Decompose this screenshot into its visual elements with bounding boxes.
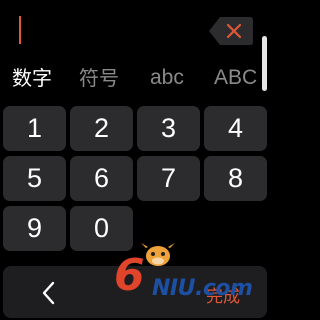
- key-6[interactable]: 6: [70, 156, 133, 201]
- scrollbar[interactable]: [262, 36, 267, 91]
- watermark-logo: 6 NIU.com: [108, 238, 258, 304]
- key-2[interactable]: 2: [70, 106, 133, 151]
- tab-numbers[interactable]: 数字: [12, 64, 52, 92]
- key-7[interactable]: 7: [137, 156, 200, 201]
- tab-lowercase[interactable]: abc: [150, 64, 184, 92]
- key-8[interactable]: 8: [204, 156, 267, 201]
- tab-symbols[interactable]: 符号: [79, 64, 119, 92]
- key-1[interactable]: 1: [3, 106, 66, 151]
- tab-uppercase[interactable]: ABC: [214, 64, 257, 92]
- key-9[interactable]: 9: [3, 206, 66, 251]
- key-3[interactable]: 3: [137, 106, 200, 151]
- key-5[interactable]: 5: [3, 156, 66, 201]
- key-4[interactable]: 4: [204, 106, 267, 151]
- chevron-left-icon: [42, 281, 55, 305]
- watermark-text: NIU.com: [152, 276, 253, 301]
- input-mode-tabs: 数字 符号 abc ABC: [0, 60, 262, 96]
- backspace-icon: [209, 17, 253, 45]
- text-cursor: [19, 16, 21, 44]
- back-button[interactable]: [31, 276, 67, 310]
- text-input-area[interactable]: [0, 0, 270, 58]
- watermark-six: 6: [114, 250, 145, 301]
- backspace-button[interactable]: [208, 15, 254, 47]
